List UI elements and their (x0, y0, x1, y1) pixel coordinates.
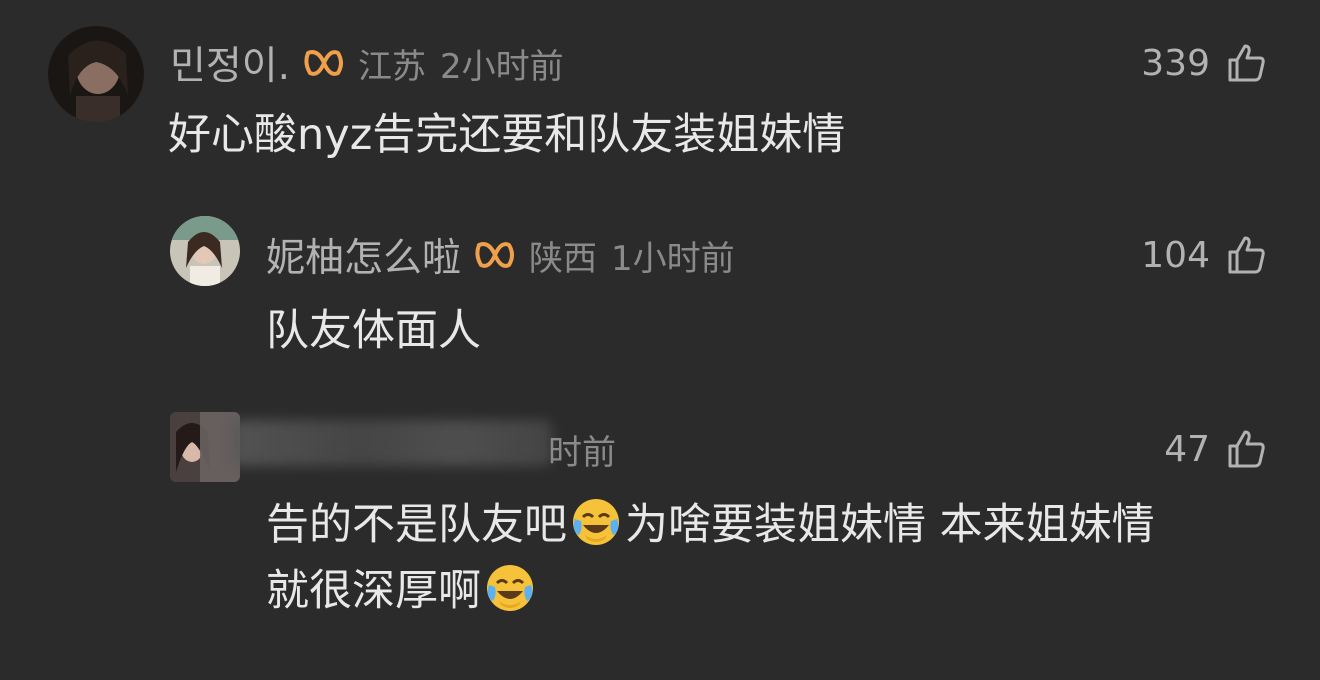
blurred-username (232, 420, 552, 466)
comment-1-username[interactable]: 민정이. (170, 35, 290, 91)
comment-3-likes: 47 (1164, 426, 1268, 472)
comment-3-text-part3: 就很深厚啊 (266, 566, 481, 616)
avatar-image (170, 216, 240, 286)
face-with-tears-of-joy-emoji (569, 495, 623, 549)
comment-1-text: 好心酸nyz告完还要和队友装姐妹情 (168, 110, 846, 160)
avatar-comment-1[interactable] (48, 26, 144, 122)
thumbs-up-icon[interactable] (1226, 234, 1268, 276)
comment-2-like-count: 104 (1141, 234, 1210, 276)
comment-3-like-count: 47 (1164, 428, 1210, 470)
thumbs-up-icon[interactable] (1226, 42, 1268, 84)
comment-2-time: 1小时前 (611, 238, 735, 279)
comment-1-location: 江苏 (358, 46, 427, 87)
comment-3-text-part1: 告的不是队友吧 (266, 500, 567, 550)
comment-1-meta: 민정이. 江苏 2小时前 (170, 40, 564, 89)
avatar-image (48, 26, 144, 122)
comment-3-meta: 时前 (548, 426, 616, 473)
vip-badge-icon (473, 239, 517, 271)
avatar-comment-3[interactable] (170, 412, 240, 482)
face-with-tears-of-joy-emoji (483, 561, 537, 615)
comment-2-location: 陕西 (529, 238, 598, 279)
comment-3-text: 告的不是队友吧 为啥要装姐妹情 本来姐妹情就很深厚啊 (266, 492, 1276, 624)
comment-2-username[interactable]: 妮柚怎么啦 (266, 227, 461, 283)
avatar-comment-2[interactable] (170, 216, 240, 286)
avatar-image (170, 412, 240, 482)
comment-1-like-count: 339 (1141, 42, 1210, 84)
comment-3-text-part2: 为啥要装姐妹情 本来姐妹情 (625, 500, 1155, 550)
comment-2-likes: 104 (1141, 232, 1268, 278)
vip-badge-icon (302, 47, 346, 79)
thumbs-up-icon[interactable] (1226, 428, 1268, 470)
comment-1-likes: 339 (1141, 40, 1268, 86)
comment-2-text: 队友体面人 (266, 306, 481, 356)
comment-2-meta: 妮柚怎么啦 陕西 1小时前 (266, 232, 735, 281)
comment-1-time: 2小时前 (440, 46, 564, 87)
comment-3-time: 时前 (548, 432, 616, 473)
